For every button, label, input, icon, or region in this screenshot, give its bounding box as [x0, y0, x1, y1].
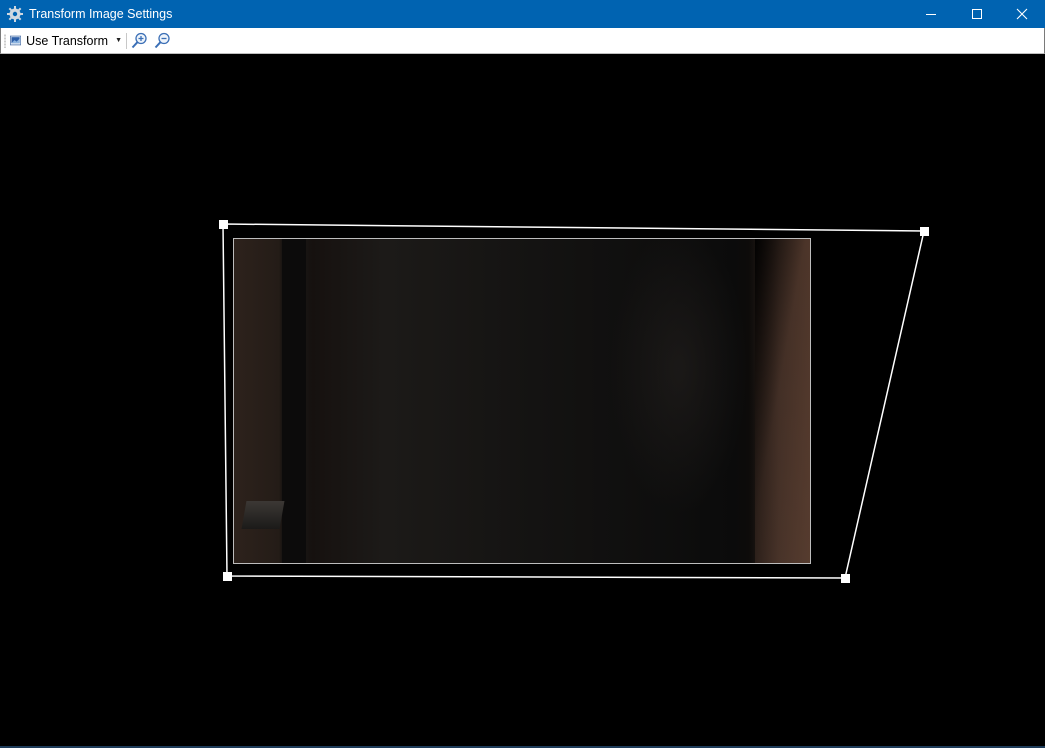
toolbar-separator — [126, 33, 127, 49]
zoom-in-icon — [131, 32, 147, 49]
title-bar[interactable]: Transform Image Settings — [0, 0, 1045, 28]
handle-top-right[interactable] — [920, 227, 929, 236]
photo-wood-region — [755, 239, 810, 563]
close-button[interactable] — [999, 0, 1045, 28]
maximize-icon — [972, 9, 982, 19]
image-preview — [233, 238, 811, 564]
use-transform-dropdown[interactable]: Use Transform ▼ — [10, 30, 122, 51]
handle-bottom-right[interactable] — [841, 574, 850, 583]
close-icon — [1016, 8, 1028, 20]
minimize-icon — [926, 14, 936, 15]
zoom-out-icon — [154, 32, 170, 49]
toolbar-grip[interactable] — [4, 34, 6, 48]
zoom-out-button[interactable] — [154, 30, 172, 51]
photo-post-region — [282, 239, 306, 563]
toolbar: Use Transform ▼ — [0, 28, 1045, 54]
handle-bottom-left[interactable] — [223, 572, 232, 581]
gear-icon — [7, 6, 23, 22]
photo-shelf-region — [241, 501, 285, 529]
image-icon — [10, 35, 22, 46]
window-title: Transform Image Settings — [29, 7, 173, 21]
zoom-in-button[interactable] — [131, 30, 149, 51]
maximize-button[interactable] — [954, 0, 1000, 28]
handle-top-left[interactable] — [219, 220, 228, 229]
use-transform-label: Use Transform — [26, 33, 109, 48]
minimize-button[interactable] — [908, 0, 954, 28]
chevron-down-icon: ▼ — [115, 37, 122, 44]
